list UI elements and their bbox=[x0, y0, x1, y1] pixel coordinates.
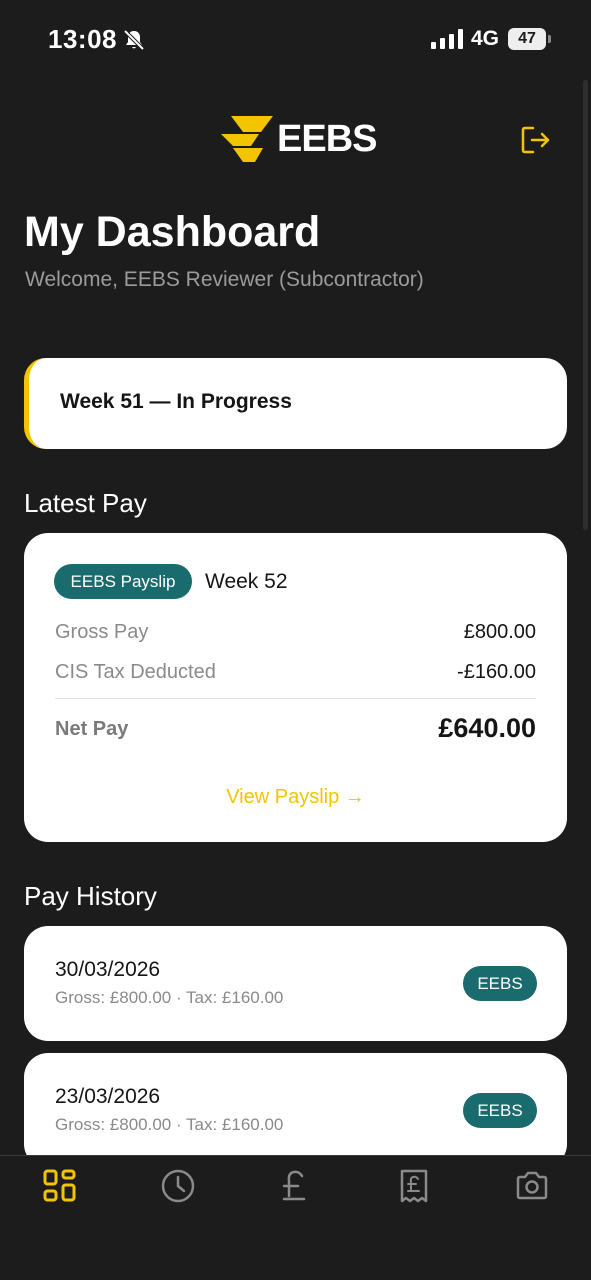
pay-history-item[interactable]: 23/03/2026 Gross: £800.00 · Tax: £160.00… bbox=[24, 1053, 567, 1168]
bell-slash-icon bbox=[123, 29, 145, 51]
camera-icon[interactable] bbox=[514, 1168, 550, 1204]
pay-history-date: 30/03/2026 bbox=[55, 958, 161, 981]
scrollbar[interactable] bbox=[583, 80, 588, 530]
pay-history-heading: Pay History bbox=[24, 881, 157, 911]
receipt-icon[interactable] bbox=[396, 1168, 432, 1204]
dashboard-icon[interactable] bbox=[42, 1168, 78, 1204]
net-pay-label: Net Pay bbox=[55, 718, 129, 740]
latest-pay-card: EEBS Payslip Week 52 Gross Pay £800.00 C… bbox=[24, 533, 567, 842]
network-type: 4G bbox=[471, 27, 500, 50]
battery-level: 47 bbox=[518, 30, 536, 47]
pay-history-badge: EEBS bbox=[463, 1093, 537, 1128]
divider bbox=[55, 698, 536, 699]
pay-history-detail: Gross: £800.00 · Tax: £160.00 bbox=[55, 1115, 284, 1134]
gross-pay-value: £800.00 bbox=[463, 621, 536, 643]
logout-icon[interactable] bbox=[520, 124, 552, 156]
gross-pay-label: Gross Pay bbox=[55, 621, 149, 643]
week-status-label: Week 51 — In Progress bbox=[60, 390, 292, 413]
status-bar: 13:08 4G 47 bbox=[0, 0, 591, 80]
net-pay-value: £640.00 bbox=[438, 713, 536, 743]
payslip-badge: EEBS Payslip bbox=[54, 564, 192, 599]
logo-text: EEBS bbox=[277, 118, 377, 160]
clock-icon[interactable] bbox=[160, 1168, 196, 1204]
week-status-card[interactable]: Week 51 — In Progress bbox=[24, 358, 567, 449]
cis-tax-label: CIS Tax Deducted bbox=[55, 661, 216, 683]
bottom-nav bbox=[0, 1155, 591, 1280]
logo-mark-icon bbox=[221, 116, 273, 162]
eebs-logo: EEBS bbox=[219, 114, 377, 166]
pound-icon[interactable] bbox=[277, 1168, 313, 1204]
battery-icon: 47 bbox=[508, 28, 552, 50]
pay-history-badge: EEBS bbox=[463, 966, 537, 1001]
cis-tax-value: -£160.00 bbox=[457, 661, 536, 683]
signal-icon bbox=[431, 29, 463, 49]
view-payslip-link[interactable]: View Payslip → bbox=[24, 786, 567, 809]
status-time: 13:08 bbox=[48, 24, 117, 54]
page-title: My Dashboard bbox=[24, 208, 321, 256]
pay-history-item[interactable]: 30/03/2026 Gross: £800.00 · Tax: £160.00… bbox=[24, 926, 567, 1041]
welcome-text: Welcome, EEBS Reviewer (Subcontractor) bbox=[25, 268, 424, 291]
pay-history-date: 23/03/2026 bbox=[55, 1085, 161, 1108]
payslip-week: Week 52 bbox=[205, 570, 288, 593]
pay-history-detail: Gross: £800.00 · Tax: £160.00 bbox=[55, 988, 284, 1007]
latest-pay-heading: Latest Pay bbox=[24, 488, 147, 518]
